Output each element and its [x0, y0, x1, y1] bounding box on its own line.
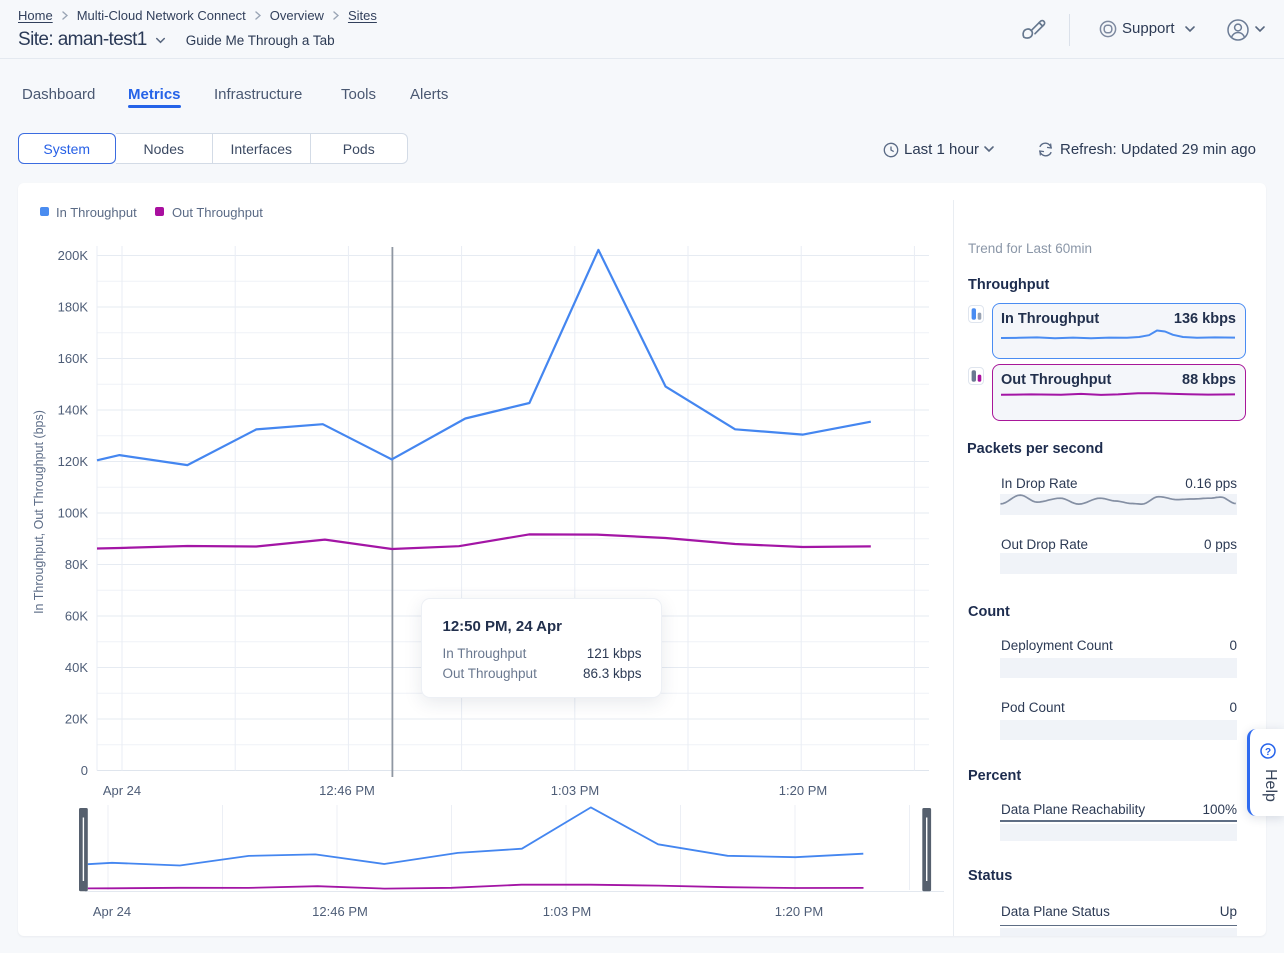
svg-text:1:03 PM: 1:03 PM — [543, 904, 591, 919]
svg-text:?: ? — [1264, 747, 1270, 758]
svg-text:1:03 PM: 1:03 PM — [551, 783, 599, 798]
svg-text:140K: 140K — [58, 403, 89, 418]
svg-text:In Throughput, Out Throughput: In Throughput, Out Throughput (bps) — [32, 410, 46, 614]
svg-text:40K: 40K — [65, 660, 88, 675]
svg-text:160K: 160K — [58, 351, 89, 366]
svg-text:12:46 PM: 12:46 PM — [319, 783, 375, 798]
svg-text:1:20 PM: 1:20 PM — [775, 904, 823, 919]
svg-text:0: 0 — [81, 763, 88, 778]
svg-text:Apr 24: Apr 24 — [103, 783, 141, 798]
svg-text:Apr 24: Apr 24 — [93, 904, 131, 919]
svg-text:80K: 80K — [65, 557, 88, 572]
svg-text:100K: 100K — [58, 506, 89, 521]
svg-text:60K: 60K — [65, 609, 88, 624]
svg-text:120K: 120K — [58, 454, 89, 469]
svg-text:20K: 20K — [65, 712, 88, 727]
svg-text:1:20 PM: 1:20 PM — [779, 783, 827, 798]
svg-text:12:46 PM: 12:46 PM — [312, 904, 368, 919]
svg-text:200K: 200K — [58, 248, 89, 263]
svg-text:180K: 180K — [58, 300, 89, 315]
